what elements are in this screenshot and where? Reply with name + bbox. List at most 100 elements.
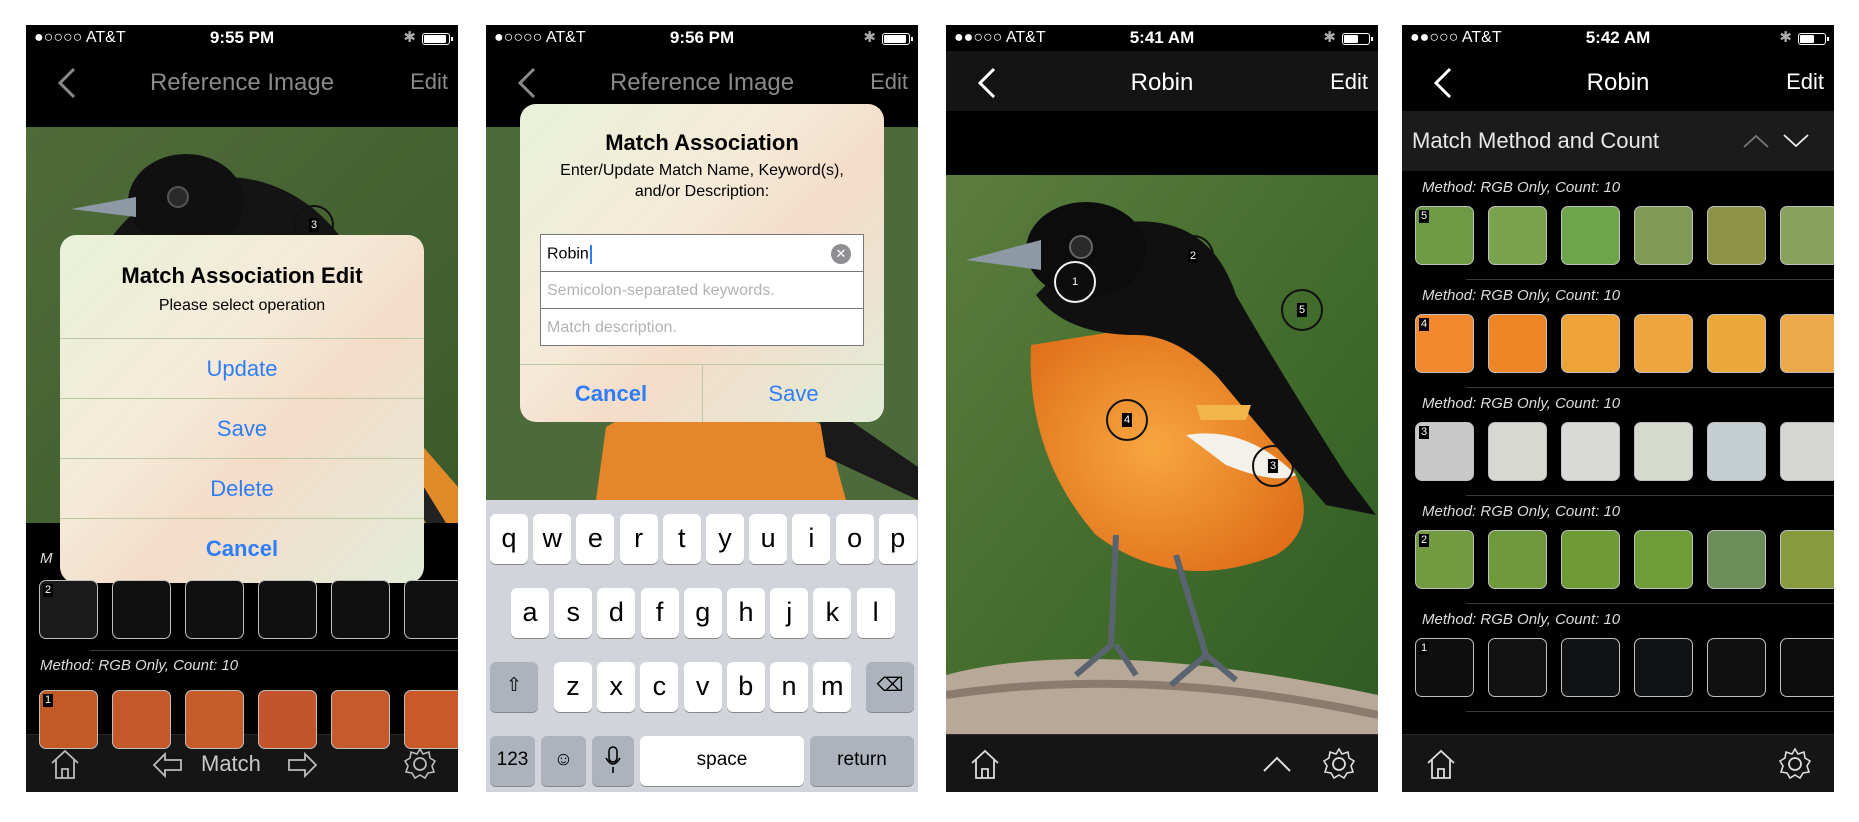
color-swatch[interactable]: 2 xyxy=(1415,530,1474,589)
sample-marker-2[interactable]: 2 xyxy=(1172,235,1214,277)
key-n[interactable]: n xyxy=(770,662,808,712)
color-swatch[interactable] xyxy=(1634,206,1693,265)
key-q[interactable]: q xyxy=(490,514,528,564)
color-swatch[interactable] xyxy=(1707,422,1766,481)
edit-button[interactable]: Edit xyxy=(1330,69,1368,95)
color-swatch[interactable]: 1 xyxy=(1415,638,1474,697)
color-swatch[interactable] xyxy=(185,580,244,639)
key-h[interactable]: h xyxy=(727,588,765,638)
color-swatch[interactable]: 1 xyxy=(39,690,98,749)
color-swatch[interactable] xyxy=(1634,530,1693,589)
delete-button[interactable]: Delete xyxy=(60,458,424,518)
color-swatch[interactable] xyxy=(1488,530,1547,589)
sample-marker-5[interactable]: 5 xyxy=(1281,289,1323,331)
key-i[interactable]: i xyxy=(792,514,831,564)
save-button[interactable]: Save xyxy=(703,365,884,422)
key-o[interactable]: o xyxy=(835,514,874,564)
color-swatch[interactable] xyxy=(1780,422,1834,481)
key-g[interactable]: g xyxy=(683,588,722,638)
color-swatch[interactable] xyxy=(112,580,171,639)
edit-button[interactable]: Edit xyxy=(410,69,448,95)
color-swatch[interactable] xyxy=(258,690,317,749)
color-swatch[interactable] xyxy=(112,690,171,749)
key-r[interactable]: r xyxy=(619,514,658,564)
space-key[interactable]: space xyxy=(640,736,804,786)
color-swatch[interactable] xyxy=(1634,638,1693,697)
key-z[interactable]: z xyxy=(554,662,592,712)
save-button[interactable]: Save xyxy=(60,398,424,458)
color-swatch[interactable] xyxy=(1707,638,1766,697)
key-u[interactable]: u xyxy=(749,514,788,564)
color-swatch[interactable] xyxy=(1488,638,1547,697)
key-w[interactable]: w xyxy=(533,514,572,564)
color-swatch[interactable] xyxy=(1780,206,1834,265)
key-b[interactable]: b xyxy=(726,662,765,712)
color-swatch[interactable] xyxy=(1488,314,1547,373)
key-e[interactable]: e xyxy=(576,514,615,564)
key-m[interactable]: m xyxy=(813,662,852,712)
key-f[interactable]: f xyxy=(640,588,679,638)
color-swatch[interactable]: 5 xyxy=(1415,206,1474,265)
color-swatch[interactable] xyxy=(1561,314,1620,373)
color-swatch[interactable] xyxy=(404,690,458,749)
key-v[interactable]: v xyxy=(683,662,722,712)
color-swatch[interactable] xyxy=(1780,638,1834,697)
previous-arrow-icon[interactable] xyxy=(151,751,185,779)
gear-icon[interactable] xyxy=(1778,747,1812,781)
color-swatch[interactable] xyxy=(1707,314,1766,373)
key-p[interactable]: p xyxy=(878,514,917,564)
gear-icon[interactable] xyxy=(1322,747,1356,781)
home-icon[interactable] xyxy=(1424,747,1458,781)
color-swatch[interactable]: 2 xyxy=(39,580,98,639)
edit-button[interactable]: Edit xyxy=(1786,69,1824,95)
color-swatch[interactable] xyxy=(331,690,390,749)
key-l[interactable]: l xyxy=(856,588,895,638)
return-key[interactable]: return xyxy=(810,736,914,786)
next-arrow-icon[interactable] xyxy=(285,751,319,779)
match-name-field[interactable]: Robin ✕ xyxy=(540,234,864,272)
sample-marker-1[interactable]: 1 xyxy=(1054,261,1096,303)
color-swatch[interactable] xyxy=(1634,422,1693,481)
numbers-key[interactable]: 123 xyxy=(490,736,535,786)
color-swatch[interactable]: 4 xyxy=(1415,314,1474,373)
key-x[interactable]: x xyxy=(597,662,636,712)
clear-text-icon[interactable]: ✕ xyxy=(831,244,851,264)
color-swatch[interactable] xyxy=(1561,422,1620,481)
edit-button[interactable]: Edit xyxy=(870,69,908,95)
color-swatch[interactable] xyxy=(1780,314,1834,373)
cancel-button[interactable]: Cancel xyxy=(60,518,424,578)
color-swatch[interactable] xyxy=(258,580,317,639)
color-swatch[interactable] xyxy=(1707,530,1766,589)
color-swatch[interactable] xyxy=(331,580,390,639)
sample-marker-3[interactable]: 3 xyxy=(1252,445,1294,487)
key-d[interactable]: d xyxy=(597,588,636,638)
key-c[interactable]: c xyxy=(640,662,679,712)
color-swatch[interactable] xyxy=(1561,638,1620,697)
color-swatch[interactable]: 3 xyxy=(1415,422,1474,481)
home-icon[interactable] xyxy=(968,747,1002,781)
sample-marker-4[interactable]: 4 xyxy=(1106,399,1148,441)
color-swatch[interactable] xyxy=(1488,422,1547,481)
key-k[interactable]: k xyxy=(813,588,852,638)
chevron-down-icon[interactable] xyxy=(1782,133,1810,149)
robin-photo[interactable]: 1 2 3 4 5 xyxy=(946,175,1378,735)
home-icon[interactable] xyxy=(48,747,82,781)
description-field[interactable]: Match description. xyxy=(540,308,864,346)
key-a[interactable]: a xyxy=(511,588,549,638)
color-swatch[interactable] xyxy=(1780,530,1834,589)
color-swatch[interactable] xyxy=(404,580,458,639)
color-swatch[interactable] xyxy=(1707,206,1766,265)
key-y[interactable]: y xyxy=(706,514,744,564)
shift-key[interactable]: ⇧ xyxy=(490,662,538,712)
backspace-key[interactable]: ⌫ xyxy=(866,662,914,712)
color-swatch[interactable] xyxy=(185,690,244,749)
color-swatch[interactable] xyxy=(1488,206,1547,265)
key-s[interactable]: s xyxy=(554,588,593,638)
color-swatch[interactable] xyxy=(1561,206,1620,265)
cancel-button[interactable]: Cancel xyxy=(520,365,702,422)
emoji-key[interactable]: ☺ xyxy=(541,736,586,786)
key-t[interactable]: t xyxy=(662,514,701,564)
color-swatch[interactable] xyxy=(1634,314,1693,373)
chevron-up-icon[interactable] xyxy=(1262,753,1292,775)
key-j[interactable]: j xyxy=(770,588,809,638)
